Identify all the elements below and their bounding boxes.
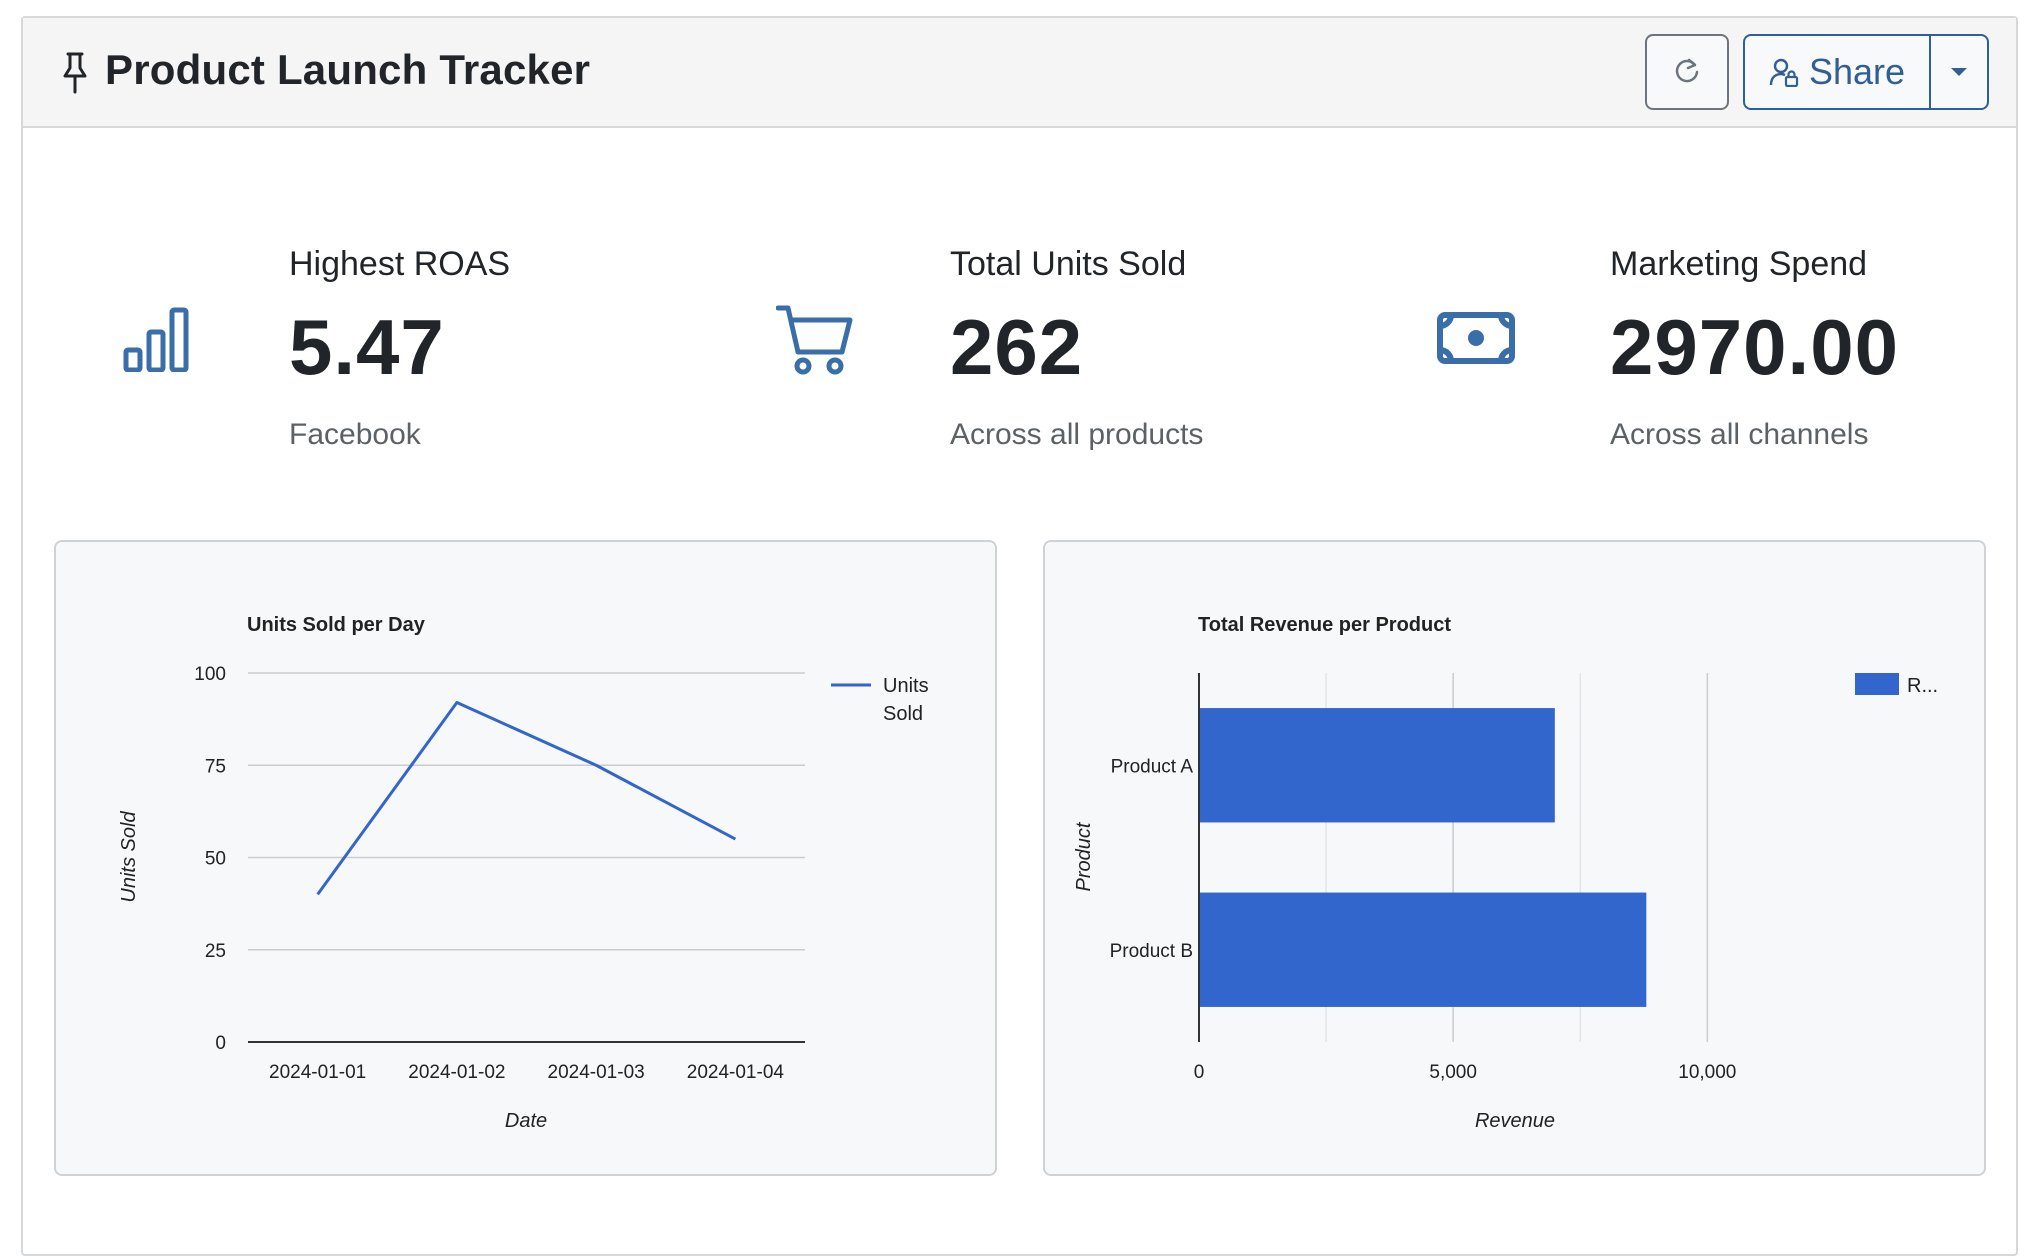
x-tick-label: 5,000	[1429, 1062, 1477, 1083]
money-icon	[1437, 312, 1515, 364]
x-tick-label: 10,000	[1678, 1062, 1736, 1083]
x-tick-label: 2024-01-04	[687, 1062, 785, 1083]
refresh-icon	[1675, 58, 1699, 83]
x-tick-label: 2024-01-02	[408, 1062, 505, 1083]
chart-title: Total Revenue per Product	[1198, 614, 1451, 636]
y-tick-label: 75	[205, 756, 226, 777]
revenue-chart-card: Total Revenue per Product 0 5,000 10,000 Pro…	[1043, 540, 1986, 1176]
stat-subtext: Facebook	[289, 418, 421, 451]
y-tick-label: Product A	[1111, 756, 1194, 777]
legend-swatch	[1855, 673, 1899, 695]
share-button[interactable]: Share	[1743, 34, 1929, 110]
panel-header: Product Launch Tracker Share	[23, 18, 2016, 128]
y-axis-label: Product	[1073, 821, 1095, 891]
chart-title: Units Sold per Day	[247, 614, 426, 636]
y-tick-label: 100	[194, 664, 226, 685]
y-tick-label: 25	[205, 941, 226, 962]
stat-value: 2970.00	[1610, 303, 1899, 391]
y-tick-label: Product B	[1110, 941, 1193, 962]
x-axis-label: Date	[505, 1110, 547, 1132]
page-title: Product Launch Tracker	[105, 46, 591, 93]
legend-label: Units	[883, 675, 929, 697]
refresh-button[interactable]	[1645, 34, 1729, 110]
x-tick-label: 0	[1194, 1062, 1205, 1083]
legend-label: R...	[1907, 675, 1938, 697]
stat-label: Marketing Spend	[1610, 245, 1868, 283]
cart-icon	[776, 305, 853, 375]
stat-value: 262	[950, 303, 1084, 391]
legend-label: Sold	[883, 703, 923, 725]
share-dropdown-toggle[interactable]	[1929, 34, 1989, 110]
x-tick-label: 2024-01-03	[548, 1062, 645, 1083]
x-axis-label: Revenue	[1475, 1110, 1555, 1132]
stat-subtext: Across all products	[950, 418, 1204, 451]
bar-product-a	[1200, 708, 1555, 823]
stat-subtext: Across all channels	[1610, 418, 1869, 451]
y-tick-label: 0	[215, 1033, 226, 1054]
share-button-label: Share	[1808, 51, 1906, 92]
stat-value: 5.47	[289, 303, 445, 391]
units-sold-line-chart: Units Sold per Day 0 25 50 75 100 2024-01-01 20…	[118, 614, 929, 1132]
revenue-bar-chart: Total Revenue per Product 0 5,000 10,000 Pro…	[1073, 614, 1938, 1132]
series-line-units-sold	[316, 701, 737, 896]
stat-label: Highest ROAS	[289, 245, 511, 283]
stat-label: Total Units Sold	[950, 245, 1187, 283]
user-lock-icon	[1769, 58, 1799, 87]
y-axis-label: Units Sold	[118, 811, 140, 903]
pin-icon	[63, 52, 87, 94]
bar-chart-icon	[123, 307, 189, 372]
x-tick-label: 2024-01-01	[269, 1062, 366, 1083]
bar-product-b	[1200, 892, 1647, 1007]
units-sold-chart-card: Units Sold per Day 0 25 50 75 100 2024-01-01 20…	[54, 540, 997, 1176]
y-tick-label: 50	[205, 849, 226, 870]
caret-down-icon	[1951, 68, 1967, 76]
